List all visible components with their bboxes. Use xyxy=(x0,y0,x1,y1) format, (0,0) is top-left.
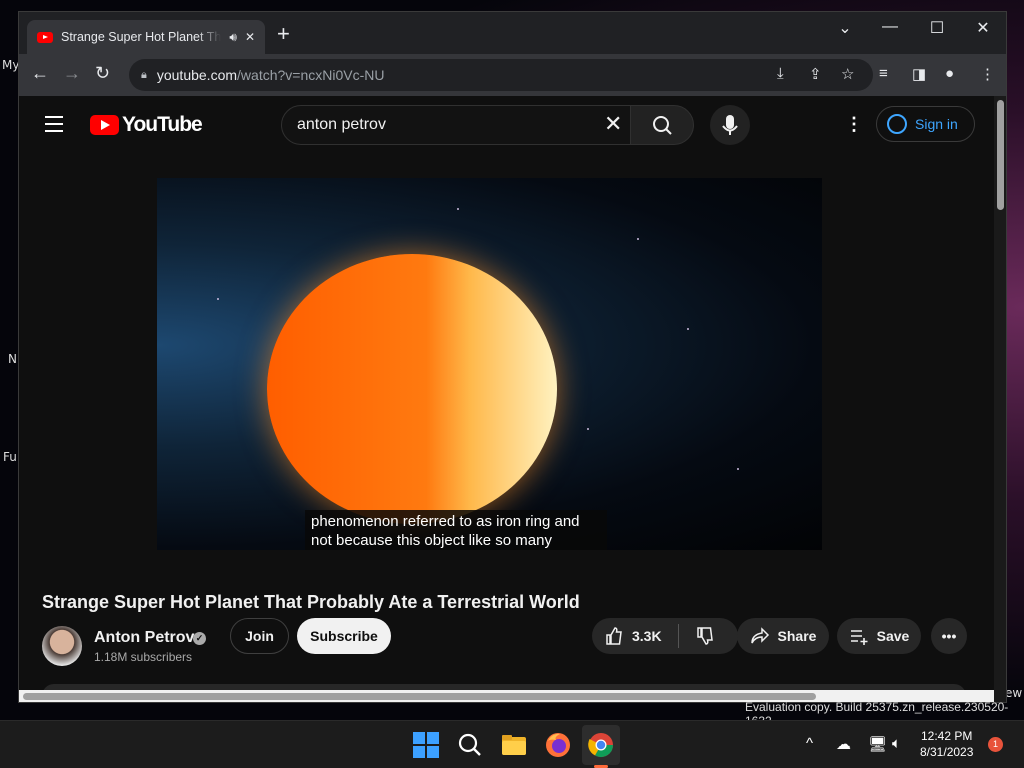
url-path: /watch?v=ncxNi0Vc-NU xyxy=(237,67,385,83)
microphone-icon xyxy=(722,115,738,135)
share-page-icon[interactable]: ⇪ xyxy=(809,65,822,83)
ellipsis-icon: ••• xyxy=(941,628,957,644)
bookmark-star-icon[interactable]: ☆ xyxy=(841,65,854,83)
search-button[interactable] xyxy=(630,105,694,145)
like-count[interactable]: 3.3K xyxy=(632,628,662,644)
onedrive-offline-icon[interactable]: ☁︎ xyxy=(836,735,851,753)
video-captions: phenomenon referred to as iron ring and … xyxy=(305,510,607,550)
reload-icon[interactable]: ↻ xyxy=(95,63,110,84)
star xyxy=(737,468,739,470)
search-input[interactable]: anton petrov xyxy=(281,105,631,145)
vertical-scrollbar[interactable] xyxy=(994,96,1006,702)
share-button[interactable]: Share xyxy=(737,618,829,654)
caption-line: phenomenon referred to as iron ring and xyxy=(311,513,580,530)
add-to-playlist-icon xyxy=(850,630,868,645)
hamburger-menu-icon[interactable] xyxy=(45,116,63,137)
notification-badge[interactable]: 1 xyxy=(988,737,1003,752)
address-bar[interactable]: 🔒︎ youtube.com /watch?v=ncxNi0Vc-NU xyxy=(129,59,873,91)
browser-window: Strange Super Hot Planet Tha 🔊︎ ✕ + ⌄ — … xyxy=(18,11,1007,703)
url-host: youtube.com xyxy=(156,67,238,83)
settings-more-icon[interactable]: ⋮ xyxy=(845,114,863,135)
clear-search-icon[interactable]: ✕ xyxy=(604,113,622,135)
maximize-button[interactable]: ☐ xyxy=(922,18,952,38)
desktop-icon-label[interactable]: My xyxy=(2,58,19,72)
star xyxy=(587,428,589,430)
network-icon[interactable]: 🖥︎ xyxy=(868,735,887,753)
desktop-icon-label[interactable]: Fu xyxy=(3,450,17,464)
youtube-logo[interactable]: YouTube xyxy=(90,113,203,137)
youtube-play-icon xyxy=(90,115,119,135)
clock[interactable]: 12:42 PM 8/31/2023 xyxy=(920,728,973,760)
share-arrow-icon xyxy=(750,627,769,644)
star xyxy=(637,238,639,240)
close-tab-icon[interactable]: ✕ xyxy=(245,30,255,44)
tab-search-chevron-icon[interactable]: ⌄ xyxy=(830,18,860,38)
close-window-button[interactable]: ✕ xyxy=(968,18,998,38)
taskbar: ^ ☁︎ 🖥︎ 🔈︎ 12:42 PM 8/31/2023 1 xyxy=(0,720,1024,768)
like-dislike-group: 3.3K xyxy=(592,618,738,654)
subscribe-button[interactable]: Subscribe xyxy=(297,618,391,654)
date: 8/31/2023 xyxy=(920,745,974,759)
video-player[interactable]: phenomenon referred to as iron ring and … xyxy=(157,178,822,550)
youtube-page: YouTube anton petrov ✕ ⋮ Sign in phenome… xyxy=(19,96,994,702)
speaker-icon[interactable]: 🔊︎ xyxy=(229,30,237,45)
firefox-icon[interactable] xyxy=(544,731,572,759)
account-icon xyxy=(887,114,907,134)
planet-image xyxy=(267,254,557,524)
star xyxy=(457,208,459,210)
browser-menu-icon[interactable]: ⋮ xyxy=(980,65,995,83)
windows-start-icon[interactable] xyxy=(412,731,440,759)
minimize-button[interactable]: — xyxy=(875,18,905,36)
chevron-up-icon[interactable]: ^ xyxy=(806,735,813,752)
more-actions-button[interactable]: ••• xyxy=(931,618,967,654)
save-label: Save xyxy=(876,628,910,644)
chrome-icon[interactable] xyxy=(587,731,615,759)
side-panel-icon[interactable]: ◨ xyxy=(912,65,926,83)
channel-name[interactable]: Anton Petrov xyxy=(94,629,194,647)
share-label: Share xyxy=(777,628,817,644)
thumbs-down-icon[interactable] xyxy=(695,626,715,646)
forward-arrow-icon[interactable]: → xyxy=(63,63,81,84)
youtube-header: YouTube anton petrov ✕ ⋮ Sign in xyxy=(19,96,994,152)
media-controls-icon[interactable]: ≡ xyxy=(879,65,888,82)
voice-search-button[interactable] xyxy=(710,105,750,145)
youtube-favicon-icon xyxy=(37,31,53,43)
channel-avatar[interactable] xyxy=(42,626,82,666)
video-title: Strange Super Hot Planet That Probably A… xyxy=(42,592,580,612)
horizontal-scroll-thumb[interactable] xyxy=(23,693,816,700)
star xyxy=(687,328,689,330)
profile-icon[interactable]: ● xyxy=(945,65,954,82)
tab-title: Strange Super Hot Planet Tha xyxy=(61,30,222,44)
new-tab-button[interactable]: + xyxy=(277,23,290,45)
save-button[interactable]: Save xyxy=(837,618,921,654)
install-app-icon[interactable]: ⤓ xyxy=(777,65,784,82)
subscriber-count: 1.18M subscribers xyxy=(94,650,193,664)
divider xyxy=(677,624,679,648)
star xyxy=(217,298,219,300)
lock-icon[interactable]: 🔒︎ xyxy=(141,69,147,82)
title-bar: Strange Super Hot Planet Tha 🔊︎ ✕ + ⌄ — … xyxy=(19,12,1006,54)
volume-icon[interactable]: 🔈︎ xyxy=(892,735,901,752)
search-icon[interactable] xyxy=(456,731,484,759)
vertical-scroll-thumb[interactable] xyxy=(997,100,1004,210)
desktop-icon-label[interactable]: N xyxy=(8,352,17,366)
join-button[interactable]: Join xyxy=(230,618,289,654)
back-arrow-icon[interactable]: ← xyxy=(31,63,49,84)
youtube-wordmark: YouTube xyxy=(122,113,203,136)
time: 12:42 PM xyxy=(921,729,973,743)
desktop-icon-label[interactable]: ew xyxy=(1005,686,1022,700)
sign-in-button[interactable]: Sign in xyxy=(876,106,975,142)
search-icon xyxy=(653,116,672,135)
browser-tab[interactable]: Strange Super Hot Planet Tha 🔊︎ ✕ xyxy=(27,20,265,54)
thumbs-up-icon[interactable] xyxy=(604,626,624,646)
verified-check-icon: ✓ xyxy=(193,632,206,645)
caption-line: not because this object like so many xyxy=(311,532,552,549)
file-explorer-icon[interactable] xyxy=(500,731,528,759)
browser-toolbar: ← → ↻ 🔒︎ youtube.com /watch?v=ncxNi0Vc-N… xyxy=(19,54,1006,96)
sign-in-label: Sign in xyxy=(915,116,958,132)
